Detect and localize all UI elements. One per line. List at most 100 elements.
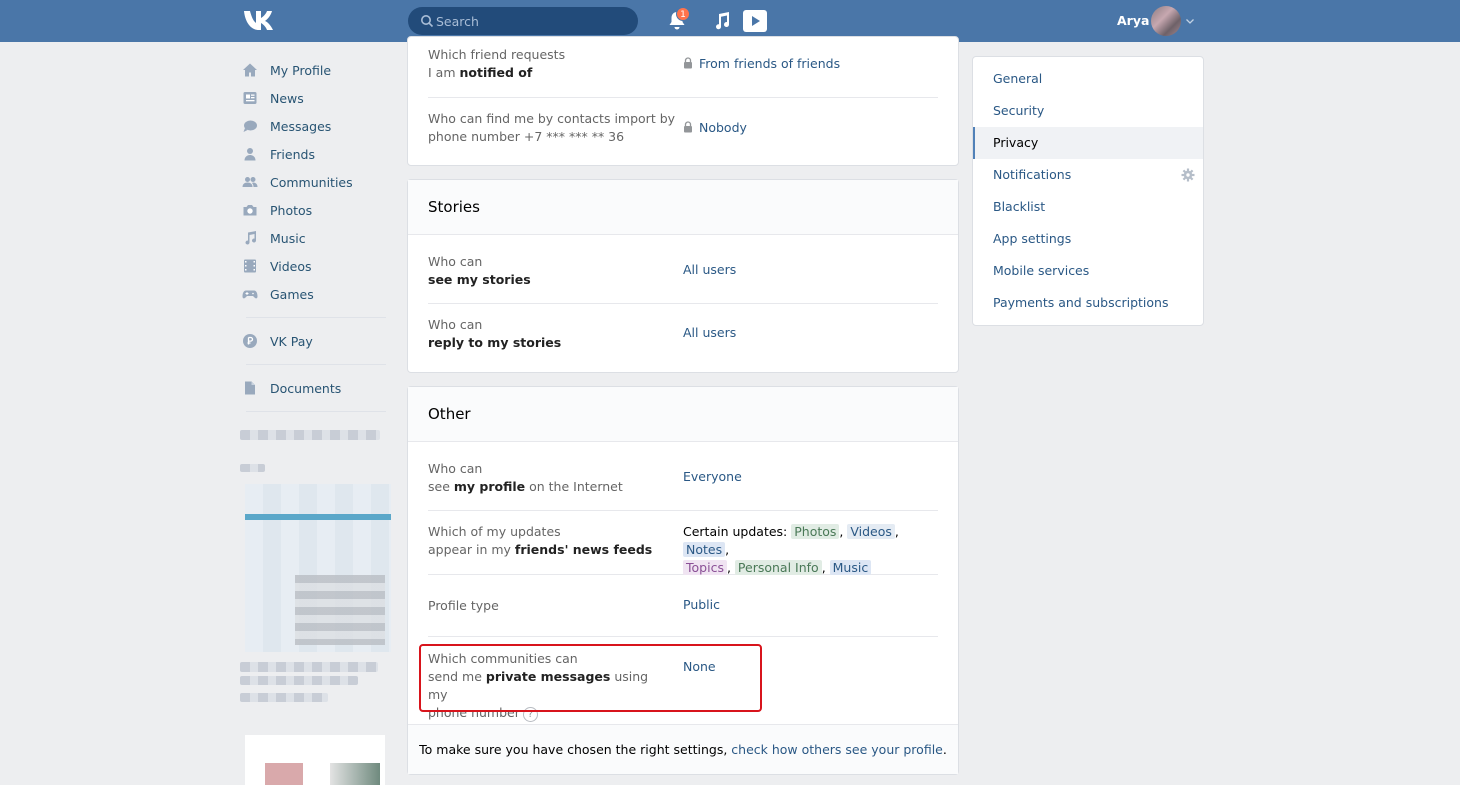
blurred-ad-image [295, 575, 385, 645]
blurred-text [240, 693, 328, 702]
menu-item-app-settings[interactable]: App settings [973, 223, 1203, 255]
sidebar-item-label: Music [270, 231, 306, 246]
setting-row-profile-internet: Who can see my profile on the Internet E… [428, 450, 938, 511]
camera-icon [243, 205, 257, 216]
avatar[interactable] [1151, 6, 1181, 36]
messages-icon [243, 120, 257, 132]
lock-icon [684, 121, 692, 133]
music-note-icon [245, 231, 257, 245]
news-icon [243, 92, 257, 104]
document-icon [245, 381, 255, 395]
setting-value-dropdown[interactable]: From friends of friends [683, 55, 840, 73]
sidebar-item-label: News [270, 91, 304, 106]
blurred-text [240, 464, 265, 472]
username[interactable]: Arya [1117, 13, 1149, 28]
search-box[interactable] [408, 7, 638, 35]
menu-item-general[interactable]: General [973, 63, 1203, 95]
sidebar-item-label: VK Pay [270, 334, 313, 349]
play-icon [752, 16, 760, 26]
sidebar-item-label: Videos [270, 259, 312, 274]
tag-notes: Notes [683, 542, 726, 557]
sidebar-item-label: Photos [270, 203, 313, 218]
setting-label: Who can find me by contacts import by ph… [428, 111, 676, 144]
sidebar-item-friends[interactable]: Friends [240, 140, 390, 168]
sidebar-item-label: Games [270, 287, 314, 302]
setting-value-dropdown[interactable]: Nobody [683, 119, 747, 137]
setting-label: Which friend requests I am notified of [428, 47, 566, 80]
sidebar-item-label: Documents [270, 381, 342, 396]
blurred-text [240, 430, 380, 440]
sidebar-item-communities[interactable]: Communities [240, 168, 390, 196]
sidebar-divider [246, 317, 386, 318]
friends-privacy-card: Which friend requests I am notified of F… [407, 36, 959, 166]
setting-row-see-stories: Who can see my stories All users [428, 243, 938, 304]
setting-value-dropdown[interactable]: All users [683, 324, 736, 342]
left-sidebar: My Profile News Messages Friends Communi… [240, 56, 390, 421]
setting-value-dropdown[interactable]: All users [683, 261, 736, 279]
tag-personal-info: Personal Info [734, 560, 822, 575]
music-icon[interactable] [710, 9, 734, 33]
section-title: Other [408, 387, 958, 442]
blurred-text [240, 662, 378, 672]
check-profile-link[interactable]: check how others see your profile [731, 742, 943, 757]
blurred-ad-image [245, 735, 385, 785]
setting-row-contacts-import: Who can find me by contacts import by ph… [428, 109, 938, 159]
menu-item-security[interactable]: Security [973, 95, 1203, 127]
gamepad-icon [242, 290, 258, 299]
sidebar-divider [246, 411, 386, 412]
setting-row-news-feed-updates: Which of my updates appear in my friends… [428, 511, 938, 575]
sidebar-divider [246, 364, 386, 365]
setting-label: Who can see my profile on the Internet [428, 461, 623, 494]
settings-menu: General Security Privacy Notifications B… [972, 56, 1204, 326]
sidebar-item-news[interactable]: News [240, 84, 390, 112]
setting-row-profile-type: Profile type Public [428, 575, 938, 637]
tag-videos: Videos [847, 524, 895, 539]
setting-label: Who can see my stories [428, 254, 531, 287]
other-card: Other Who can see my profile on the Inte… [407, 386, 959, 775]
search-input[interactable] [436, 7, 631, 35]
menu-item-mobile-services[interactable]: Mobile services [973, 255, 1203, 287]
vk-logo-icon [244, 11, 273, 30]
sidebar-item-music[interactable]: Music [240, 224, 390, 252]
setting-row-reply-stories: Who can reply to my stories All users [428, 315, 938, 365]
sidebar-item-label: Friends [270, 147, 315, 162]
menu-item-payments[interactable]: Payments and subscriptions [973, 287, 1203, 319]
highlight-box [419, 644, 762, 712]
search-icon [421, 15, 434, 28]
sidebar-item-label: Messages [270, 119, 332, 134]
menu-item-privacy[interactable]: Privacy [973, 127, 1203, 159]
video-player-button[interactable] [743, 10, 767, 32]
blurred-text [240, 676, 358, 685]
setting-value-dropdown[interactable]: Everyone [683, 468, 742, 486]
sidebar-item-documents[interactable]: Documents [240, 374, 390, 402]
notification-badge: 1 [676, 7, 690, 21]
sidebar-item-games[interactable]: Games [240, 280, 390, 308]
home-icon [243, 63, 257, 77]
section-title: Stories [408, 180, 958, 235]
stories-card: Stories Who can see my stories All users… [407, 179, 959, 373]
setting-row-friend-requests: Which friend requests I am notified of F… [428, 45, 938, 98]
sidebar-item-videos[interactable]: Videos [240, 252, 390, 280]
chevron-down-icon[interactable] [1185, 16, 1195, 26]
lock-icon [684, 57, 692, 69]
gear-icon[interactable] [1181, 168, 1195, 182]
setting-label: Profile type [428, 598, 499, 613]
vk-logo[interactable] [243, 9, 277, 33]
sidebar-item-label: Communities [270, 175, 353, 190]
sidebar-item-my-profile[interactable]: My Profile [240, 56, 390, 84]
vk-pay-icon [243, 334, 257, 348]
sidebar-item-photos[interactable]: Photos [240, 196, 390, 224]
menu-item-blacklist[interactable]: Blacklist [973, 191, 1203, 223]
tag-music: Music [829, 560, 872, 575]
friend-icon [244, 148, 256, 161]
setting-label: Who can reply to my stories [428, 317, 562, 350]
tag-topics: Topics [683, 560, 727, 575]
menu-item-notifications[interactable]: Notifications [973, 159, 1203, 191]
setting-value-dropdown[interactable]: Public [683, 596, 720, 614]
sidebar-item-vk-pay[interactable]: VK Pay [240, 327, 390, 355]
sidebar-item-messages[interactable]: Messages [240, 112, 390, 140]
setting-value-dropdown[interactable]: Certain updates: Photos, Videos, Notes, … [683, 523, 938, 577]
sidebar-item-label: My Profile [270, 63, 332, 78]
video-icon [244, 259, 256, 273]
tag-photos: Photos [791, 524, 840, 539]
